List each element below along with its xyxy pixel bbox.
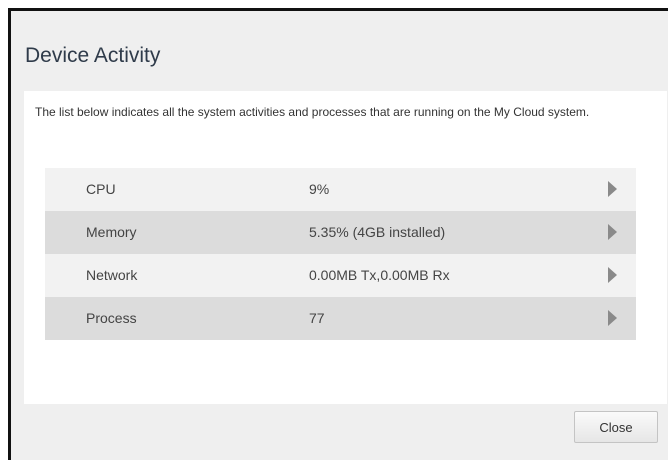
- row-label: Memory: [86, 224, 137, 240]
- activity-row-network[interactable]: Network 0.00MB Tx,0.00MB Rx: [45, 254, 636, 297]
- row-value: 9%: [309, 181, 330, 197]
- chevron-right-icon[interactable]: [608, 224, 617, 240]
- dialog-description: The list below indicates all the system …: [35, 105, 590, 119]
- activity-row-memory[interactable]: Memory 5.35% (4GB installed): [45, 211, 636, 254]
- activity-row-process[interactable]: Process 77: [45, 297, 636, 340]
- close-button[interactable]: Close: [574, 411, 658, 443]
- row-value: 0.00MB Tx,0.00MB Rx: [309, 267, 450, 283]
- activity-row-cpu[interactable]: CPU 9%: [45, 168, 636, 211]
- row-label: Process: [86, 310, 137, 326]
- chevron-right-icon[interactable]: [608, 310, 617, 326]
- device-activity-dialog: Device Activity The list below indicates…: [8, 8, 668, 460]
- content-panel: The list below indicates all the system …: [24, 91, 667, 404]
- row-label: CPU: [86, 181, 116, 197]
- chevron-right-icon[interactable]: [608, 267, 617, 283]
- row-label: Network: [86, 267, 138, 283]
- dialog-title: Device Activity: [25, 44, 161, 67]
- row-value: 5.35% (4GB installed): [309, 224, 446, 240]
- chevron-right-icon[interactable]: [608, 181, 617, 197]
- activity-list: CPU 9% Memory 5.35% (4GB installed) Netw…: [45, 168, 636, 340]
- row-value: 77: [309, 310, 325, 326]
